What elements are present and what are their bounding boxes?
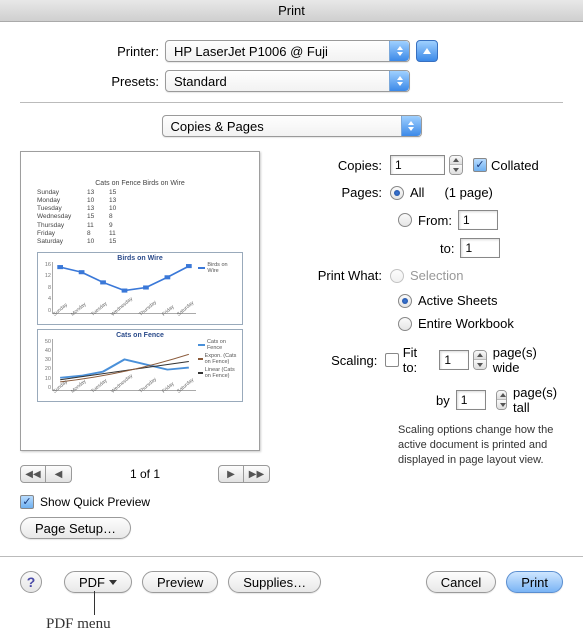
chevrons-icon	[401, 116, 421, 136]
help-button[interactable]: ?	[20, 571, 42, 593]
printer-label: Printer:	[20, 44, 165, 59]
preview-table: Sunday1315 Monday1013 Tuesday1310 Wednes…	[37, 189, 243, 246]
scaling-label: Scaling:	[300, 353, 385, 368]
pages-count-label: (1 page)	[444, 185, 492, 200]
printwhat-active-label: Active Sheets	[418, 293, 498, 308]
fitto-label: Fit to:	[403, 345, 434, 375]
pages-all-radio[interactable]	[390, 186, 404, 200]
printer-select[interactable]: HP LaserJet P1006 @ Fuji	[165, 40, 410, 62]
chevron-down-icon	[109, 580, 117, 585]
fit-wide-input[interactable]	[439, 350, 469, 370]
window-title: Print	[0, 0, 583, 22]
to-label: to:	[440, 241, 454, 256]
fit-wide-label: page(s) wide	[493, 345, 563, 375]
pager-label: 1 of 1	[130, 467, 160, 481]
pdf-menu-button[interactable]: PDF	[64, 571, 132, 593]
presets-label: Presets:	[20, 74, 165, 89]
pages-all-label: All	[410, 185, 424, 200]
first-page-button[interactable]: ◀◀	[20, 465, 46, 483]
copies-label: Copies:	[300, 158, 390, 173]
pages-from-radio[interactable]	[398, 213, 412, 227]
page-setup-button[interactable]: Page Setup…	[20, 517, 131, 539]
from-input[interactable]	[458, 210, 498, 230]
divider	[20, 102, 563, 103]
print-preview: Cats on Fence Birds on Wire Sunday1315 M…	[20, 151, 260, 451]
fit-tall-label: page(s) tall	[513, 385, 563, 415]
expand-button[interactable]	[416, 40, 438, 62]
copies-stepper[interactable]	[449, 155, 463, 175]
printwhat-selection-label: Selection	[410, 268, 463, 283]
printer-value: HP LaserJet P1006 @ Fuji	[174, 44, 328, 59]
preview-button[interactable]: Preview	[142, 571, 218, 593]
last-page-button[interactable]: ▶▶	[244, 465, 270, 483]
by-label: by	[436, 393, 450, 408]
next-page-button[interactable]: ▶	[218, 465, 244, 483]
preview-chart-2: Cats on Fence 50 40 30 20 10 0	[37, 329, 243, 402]
print-button[interactable]: Print	[506, 571, 563, 593]
preview-header: Cats on Fence Birds on Wire	[37, 180, 243, 187]
preview-chart-1: Birds on Wire 16 12 8 4 0	[37, 252, 243, 325]
chevrons-icon	[389, 71, 409, 91]
section-select[interactable]: Copies & Pages	[162, 115, 422, 137]
printwhat-active-radio[interactable]	[398, 294, 412, 308]
chevrons-icon	[389, 41, 409, 61]
presets-select[interactable]: Standard	[165, 70, 410, 92]
fit-wide-stepper[interactable]	[473, 350, 486, 370]
fitto-checkbox[interactable]	[385, 353, 398, 367]
collated-label: Collated	[491, 158, 539, 173]
collated-checkbox[interactable]	[473, 158, 487, 172]
annotation-label: PDF menu	[46, 616, 111, 633]
supplies-button[interactable]: Supplies…	[228, 571, 321, 593]
printwhat-selection-radio[interactable]	[390, 269, 404, 283]
to-input[interactable]	[460, 238, 500, 258]
prev-page-button[interactable]: ◀	[46, 465, 72, 483]
quick-preview-label: Show Quick Preview	[40, 495, 150, 509]
section-value: Copies & Pages	[171, 119, 264, 134]
printwhat-workbook-radio[interactable]	[398, 317, 412, 331]
printwhat-workbook-label: Entire Workbook	[418, 316, 514, 331]
from-label: From:	[418, 213, 452, 228]
pages-label: Pages:	[300, 185, 390, 200]
quick-preview-checkbox[interactable]	[20, 495, 34, 509]
copies-input[interactable]	[390, 155, 445, 175]
fit-tall-input[interactable]	[456, 390, 486, 410]
scaling-hint: Scaling options change how the active do…	[398, 423, 563, 468]
annotation-line	[94, 591, 95, 615]
cancel-button[interactable]: Cancel	[426, 571, 496, 593]
presets-value: Standard	[174, 74, 227, 89]
fit-tall-stepper[interactable]	[496, 390, 507, 410]
printwhat-label: Print What:	[300, 268, 390, 283]
